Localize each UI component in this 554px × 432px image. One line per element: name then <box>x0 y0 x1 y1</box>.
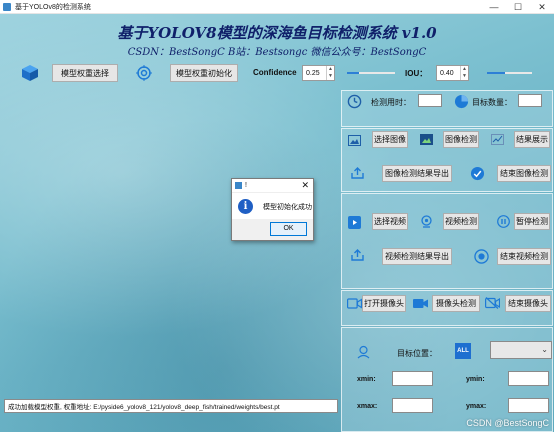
stop-video-button[interactable]: 结束视频检测 <box>497 248 551 265</box>
iou-slider-fill <box>487 72 505 74</box>
video-detect-button[interactable]: 视频检测 <box>443 213 479 230</box>
iou-value: 0.40 <box>440 69 454 77</box>
status-bar: 成功加载模型权重, 权重地址: E:/pyside6_yolov8_121/yo… <box>4 399 338 413</box>
camera-off-icon <box>484 296 500 310</box>
ymax-label: ymax: <box>466 403 487 410</box>
window-titlebar: 基于YOLOv8的检测系统 — ☐ ✕ <box>0 0 554 14</box>
app-title: 基于YOLOV8模型的深海鱼目标检测系统 v1.0 <box>117 24 437 42</box>
upload-icon <box>350 166 364 180</box>
stop-image-button[interactable]: 结束图像检测 <box>497 165 551 182</box>
ymax-field <box>508 398 549 413</box>
result-show-button[interactable]: 结果展示 <box>514 131 550 148</box>
target-icon <box>135 64 153 82</box>
image-icon <box>347 134 361 146</box>
camera-outline-icon <box>346 296 362 310</box>
count-field <box>518 94 542 107</box>
confidence-label: Confidence <box>253 68 297 77</box>
xmin-label: xmin: <box>357 376 376 383</box>
confidence-value: 0.25 <box>306 69 320 77</box>
clock-icon <box>346 93 362 109</box>
info-dialog: ! ✕ i 模型初始化成功 OK <box>231 178 314 241</box>
xmax-label: xmax: <box>357 403 378 410</box>
ok-button[interactable]: OK <box>270 222 307 236</box>
video-export-button[interactable]: 视频检测结果导出 <box>382 248 452 265</box>
stop-circle-icon <box>473 248 489 264</box>
ymin-label: ymin: <box>466 376 485 383</box>
dialog-footer: OK <box>232 219 313 240</box>
video-panel <box>341 193 553 289</box>
spin-arrows-icon[interactable]: ▲ ▼ <box>460 66 468 80</box>
iou-spinbox[interactable]: 0.40 ▲ ▼ <box>436 65 469 81</box>
chevron-down-icon[interactable]: ⌄ <box>541 345 548 354</box>
count-label: 目标数量： <box>472 98 512 107</box>
select-image-button[interactable]: 选择图像 <box>372 131 408 148</box>
target-position-label: 目标位置： <box>397 349 437 358</box>
upload-icon <box>350 248 364 262</box>
confidence-slider[interactable] <box>347 68 395 78</box>
location-icon <box>356 344 370 359</box>
period-field <box>418 94 442 107</box>
spin-arrows-icon[interactable]: ▲ ▼ <box>326 66 334 80</box>
window-title: 基于YOLOv8的检测系统 <box>15 3 91 11</box>
camera-detect-button[interactable]: 摄像头检测 <box>432 295 480 312</box>
pie-chart-icon <box>453 93 469 109</box>
model-init-button[interactable]: 模型权重初始化 <box>170 64 238 82</box>
ymin-field <box>508 371 549 386</box>
main-area: 基于YOLOV8模型的深海鱼目标检测系统 v1.0 CSDN：BestSongC… <box>0 14 554 432</box>
camera-icon <box>412 296 428 310</box>
check-circle-icon <box>469 165 485 181</box>
model-select-button[interactable]: 模型权重选择 <box>52 64 118 82</box>
webcam-icon <box>419 214 433 228</box>
image-export-button[interactable]: 图像检测结果导出 <box>382 165 452 182</box>
close-button[interactable]: ✕ <box>530 0 554 14</box>
pause-icon <box>496 214 510 228</box>
info-icon: i <box>238 199 253 214</box>
all-badge: ALL <box>455 343 471 359</box>
open-camera-button[interactable]: 打开摄像头 <box>362 295 406 312</box>
maximize-button[interactable]: ☐ <box>506 0 530 14</box>
select-video-button[interactable]: 选择视频 <box>372 213 408 230</box>
iou-label: IOU： <box>405 69 428 78</box>
xmin-field <box>392 371 433 386</box>
chart-icon <box>490 133 504 145</box>
confidence-slider-fill <box>347 72 359 74</box>
iou-slider[interactable] <box>487 68 532 78</box>
dialog-titlebar: ! ✕ <box>232 179 313 193</box>
period-label: 检测用时： <box>371 98 411 107</box>
dialog-title: ! <box>245 182 247 189</box>
image-detect-button[interactable]: 图像检测 <box>443 131 479 148</box>
confidence-spinbox[interactable]: 0.25 ▲ ▼ <box>302 65 335 81</box>
xmax-field <box>392 398 433 413</box>
dialog-app-icon <box>235 182 242 189</box>
minimize-button[interactable]: — <box>482 0 506 14</box>
app-icon <box>3 2 11 11</box>
video-icon <box>347 215 361 229</box>
target-select[interactable]: ⌄ <box>490 341 552 359</box>
app-subtitle: CSDN：BestSongC B站：Bestsongc 微信公众号：BestSo… <box>127 47 427 58</box>
image-detect-icon <box>419 133 433 145</box>
dialog-body: i 模型初始化成功 <box>232 193 313 221</box>
watermark: CSDN @BestSongC <box>466 418 549 428</box>
stop-camera-button[interactable]: 结束摄像头 <box>505 295 551 312</box>
cube-icon <box>20 63 40 83</box>
dialog-message: 模型初始化成功 <box>263 204 312 211</box>
dialog-close-icon[interactable]: ✕ <box>301 180 309 191</box>
pause-detect-button[interactable]: 暂停检测 <box>514 213 550 230</box>
